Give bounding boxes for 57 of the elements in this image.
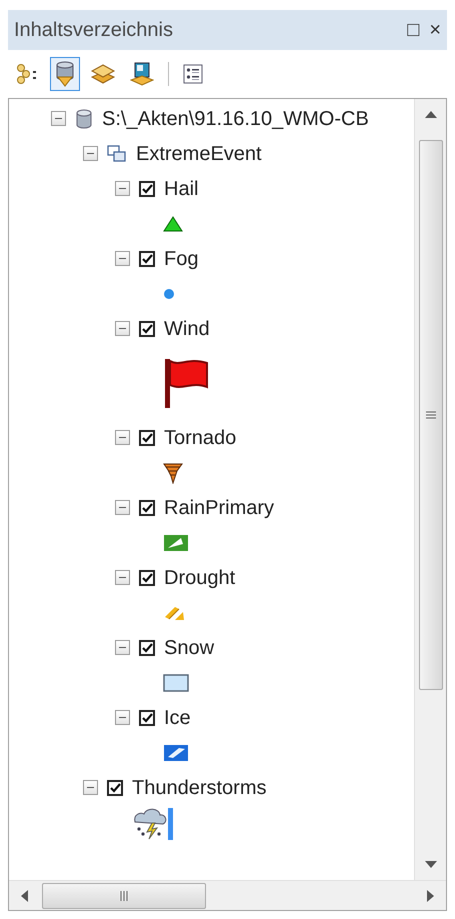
square-symbol-icon [163, 534, 189, 552]
dot-icon [163, 288, 175, 300]
collapse-toggle[interactable] [51, 111, 66, 126]
collapse-toggle[interactable] [83, 146, 98, 161]
maximize-button[interactable]: □ [407, 20, 420, 40]
collapse-toggle[interactable] [83, 780, 98, 795]
collapse-toggle[interactable] [115, 570, 130, 585]
scroll-down-icon[interactable] [424, 861, 436, 868]
triangle-icon [163, 216, 183, 232]
database-icon [54, 61, 76, 87]
collapse-toggle[interactable] [115, 181, 130, 196]
collapse-toggle[interactable] [115, 430, 130, 445]
flag-icon [163, 357, 209, 409]
toolbar-button[interactable] [50, 57, 80, 91]
list-options-icon [183, 64, 203, 84]
horizontal-scrollbar[interactable] [9, 880, 446, 910]
checkbox[interactable] [139, 500, 155, 516]
collapse-toggle[interactable] [115, 251, 130, 266]
window-title: Inhaltsverzeichnis [14, 18, 173, 43]
group-layer-icon [107, 144, 127, 162]
checkbox[interactable] [139, 640, 155, 656]
layer-name[interactable]: Wind [164, 318, 210, 338]
checkbox[interactable] [139, 320, 155, 336]
layer-name[interactable]: ExtremeEvent [136, 144, 262, 164]
scrollbar-thumb[interactable] [42, 882, 206, 908]
layer-name[interactable]: Tornado [164, 428, 236, 448]
layer-name[interactable]: Thunderstorms [132, 778, 266, 798]
layer-name[interactable]: Ice [164, 708, 191, 728]
vertical-scrollbar[interactable] [414, 99, 446, 880]
close-button[interactable]: × [429, 20, 441, 40]
layer-name[interactable]: Snow [164, 638, 214, 658]
layer-name[interactable]: Drought [164, 568, 236, 588]
collapse-toggle[interactable] [115, 710, 130, 725]
checkbox[interactable] [139, 570, 155, 586]
collapse-toggle[interactable] [115, 500, 130, 515]
database-icon [75, 108, 93, 128]
collapse-toggle[interactable] [115, 321, 130, 336]
hatch-symbol-icon [163, 604, 185, 620]
checkbox[interactable] [139, 710, 155, 726]
checkbox[interactable] [107, 780, 123, 796]
layer-name[interactable]: Hail [164, 178, 198, 198]
checkbox[interactable] [139, 180, 155, 196]
tornado-icon [163, 462, 183, 484]
square-symbol-icon [163, 744, 189, 762]
scroll-left-icon[interactable] [21, 890, 28, 902]
scroll-up-icon[interactable] [424, 111, 436, 118]
square-symbol-icon [163, 674, 189, 692]
scrollbar-thumb[interactable] [418, 140, 442, 690]
collapse-toggle[interactable] [115, 640, 130, 655]
selection-layer-icon [130, 62, 154, 86]
layer-name[interactable]: S:\_Akten\91.16.10_WMO-CB [102, 108, 369, 128]
layer-name[interactable]: RainPrimary [164, 498, 274, 518]
scroll-right-icon[interactable] [427, 890, 434, 902]
checkbox[interactable] [139, 430, 155, 446]
layer-name[interactable]: Fog [164, 248, 198, 268]
layers-icon [90, 63, 116, 85]
checkbox[interactable] [139, 250, 155, 266]
